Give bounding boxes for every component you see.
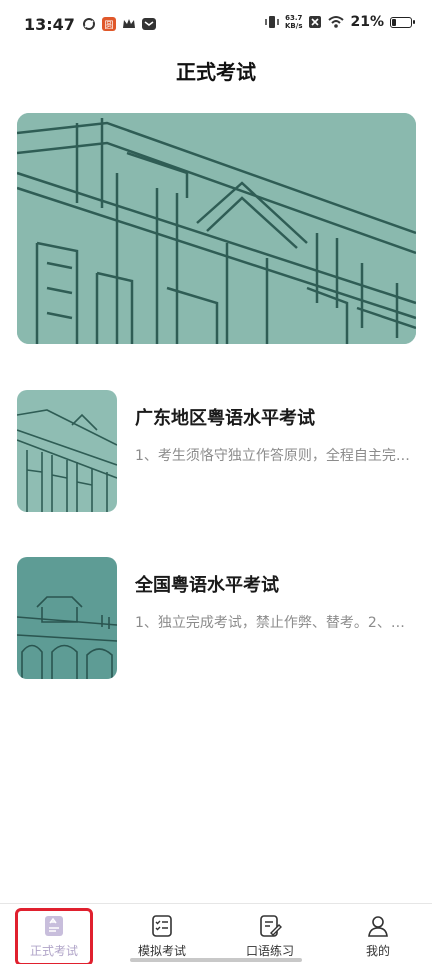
exam-title: 全国粤语水平考试 (135, 575, 279, 596)
banner-image[interactable] (17, 113, 416, 344)
banner-building-sketch (17, 113, 416, 344)
checklist-icon (152, 915, 172, 937)
app-notification-icon: 圆 (102, 17, 116, 31)
tab-speaking-practice[interactable]: 口语练习 (216, 904, 324, 964)
battery-icon (390, 16, 415, 28)
building-thumbnail-icon (17, 390, 117, 512)
user-icon (368, 916, 388, 937)
tab-mine[interactable]: 我的 (324, 904, 432, 964)
sync-icon (83, 18, 95, 30)
mail-icon (142, 18, 156, 30)
status-bar: 13:47 圆 63.7 KB/s 21% (0, 0, 432, 50)
tab-label: 我的 (365, 944, 390, 958)
status-time: 13:47 (24, 15, 75, 34)
home-indicator[interactable] (130, 958, 302, 962)
exam-description: 1、考生须恪守独立作答原则，全程自主完成考试 (135, 448, 410, 464)
network-speed-unit: KB/s (285, 22, 303, 30)
edit-note-icon (260, 915, 282, 937)
tab-mock-exam[interactable]: 模拟考试 (108, 904, 216, 964)
status-right-icons: 63.7 KB/s 21% (265, 14, 415, 30)
arch-thumbnail-icon (17, 557, 117, 679)
crown-icon (123, 19, 135, 28)
exam-description: 1、独立完成考试，禁止作弊、替考。2、考试期间 (135, 615, 410, 631)
tab-label: 口语练习 (245, 944, 294, 958)
tab-formal-exam[interactable]: 正式考试 (0, 904, 108, 964)
sim-disabled-icon (309, 16, 322, 28)
exam-card[interactable]: 全国粤语水平考试 1、独立完成考试，禁止作弊、替考。2、考试期间 (17, 557, 417, 679)
svg-text:圆: 圆 (104, 20, 113, 31)
exam-thumbnail (17, 557, 117, 679)
tab-label: 模拟考试 (137, 944, 186, 958)
wifi-icon (328, 16, 345, 28)
vibrate-icon (265, 16, 279, 28)
bottom-nav: 正式考试 模拟考试 口语练习 我的 (0, 903, 432, 964)
exam-thumbnail (17, 390, 117, 512)
network-speed: 63.7 KB/s (285, 14, 302, 30)
battery-level (392, 18, 397, 26)
battery-percent: 21% (350, 14, 384, 30)
exam-doc-icon (45, 916, 63, 936)
exam-title: 广东地区粤语水平考试 (135, 408, 315, 429)
exam-card[interactable]: 广东地区粤语水平考试 1、考生须恪守独立作答原则，全程自主完成考试 (17, 390, 417, 512)
network-speed-value: 63.7 (285, 14, 303, 22)
page-title: 正式考试 (176, 60, 256, 84)
status-left-icons: 圆 (82, 17, 156, 31)
tab-label: 正式考试 (29, 944, 78, 958)
